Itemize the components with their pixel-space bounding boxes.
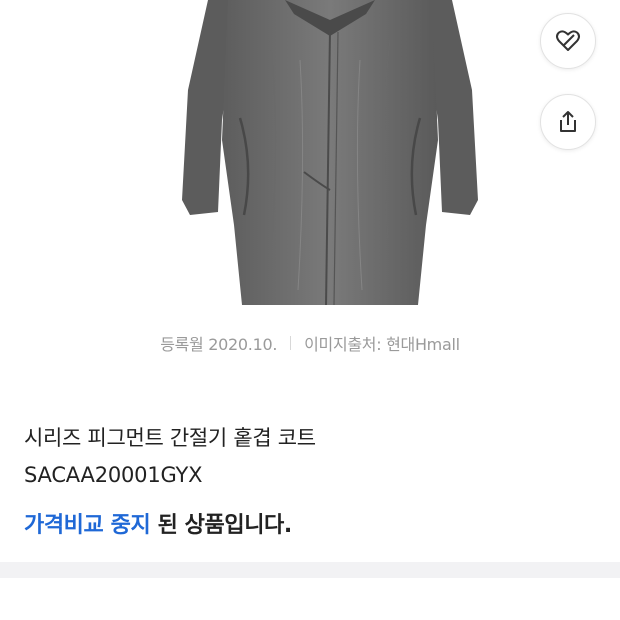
image-source: 이미지출처: 현대Hmall bbox=[304, 335, 460, 354]
meta-divider bbox=[290, 336, 292, 350]
status-highlight: 가격비교 중지 bbox=[24, 513, 151, 538]
wishlist-button[interactable] bbox=[540, 13, 596, 69]
share-button[interactable] bbox=[540, 94, 596, 150]
product-image[interactable] bbox=[180, 0, 480, 318]
status-suffix: 된 상품입니다. bbox=[150, 513, 293, 538]
registered-date: 등록월 2020.10. bbox=[160, 335, 278, 354]
product-code: SACAA20001GYX bbox=[24, 463, 203, 487]
product-name: 시리즈 피그먼트 간절기 홑겹 코트 bbox=[24, 426, 316, 450]
image-meta: 등록월 2020.10. 이미지출처: 현대Hmall bbox=[0, 330, 620, 356]
product-image-area bbox=[0, 0, 620, 325]
price-compare-status: 가격비교 중지 된 상품입니다. bbox=[24, 511, 292, 541]
share-icon bbox=[560, 111, 576, 132]
section-divider bbox=[0, 562, 620, 578]
heart-icon bbox=[556, 30, 580, 51]
